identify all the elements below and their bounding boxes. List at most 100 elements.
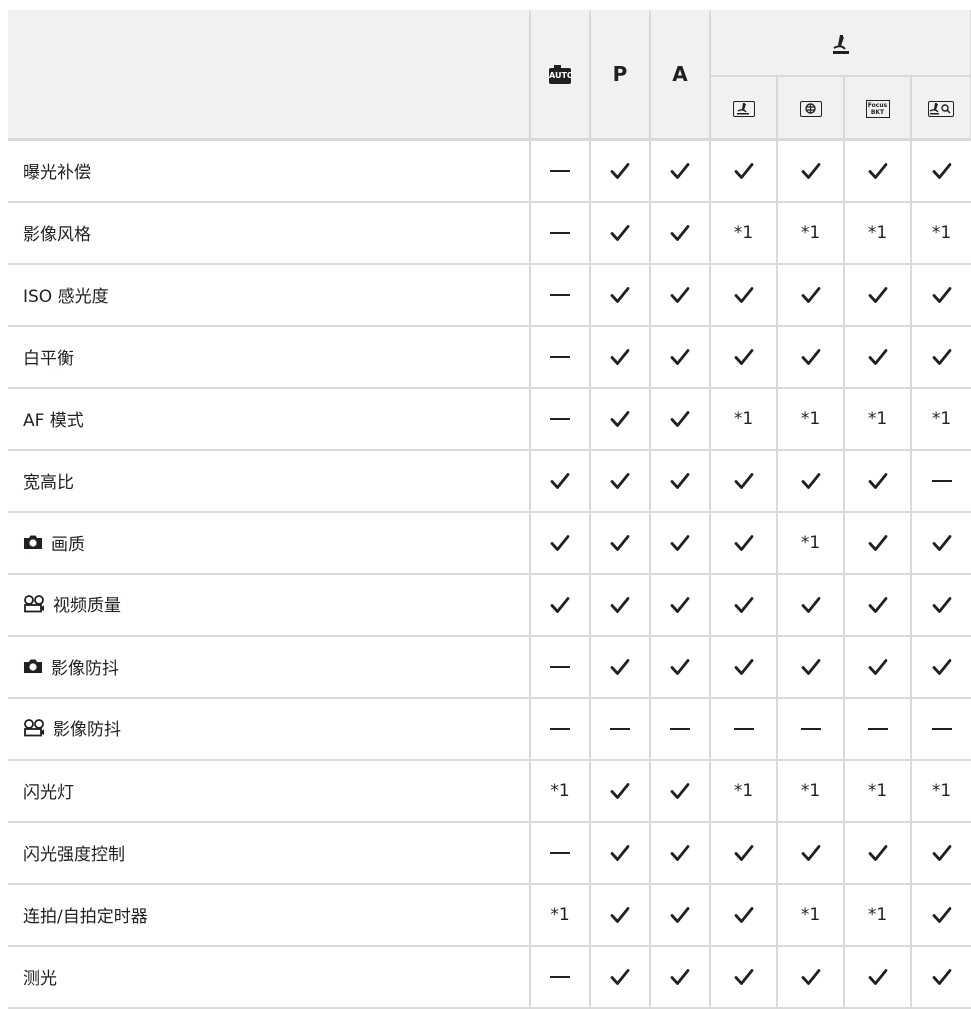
check-icon: [589, 387, 650, 450]
check-icon: [529, 511, 590, 574]
dash-icon: [529, 697, 590, 760]
check-icon: [529, 449, 590, 512]
check-icon: [589, 511, 650, 574]
footnote-cell: *1: [709, 201, 777, 264]
row-label-content: 影像风格: [23, 220, 91, 245]
row-label-content: AF 模式: [23, 406, 84, 431]
dash-icon: [529, 945, 590, 1008]
row-label: 连拍/自拍定时器: [8, 884, 530, 946]
check-icon: [843, 449, 911, 512]
check-icon: [649, 511, 710, 574]
row-label: ISO 感光度: [8, 264, 530, 326]
table-row: AF 模式 *1 *1 *1 *1: [8, 387, 971, 450]
check-icon: [709, 139, 777, 202]
check-icon: [649, 759, 710, 822]
dash-icon: [589, 697, 650, 760]
check-icon: [843, 325, 911, 388]
check-icon: [843, 263, 911, 326]
header-p-mode: P: [589, 10, 651, 140]
row-label-text: 宽高比: [23, 473, 74, 493]
auto-mode-icon: AUTO: [549, 64, 574, 84]
check-icon: [649, 821, 710, 884]
microscope-control-icon: [928, 101, 954, 117]
table-row: 宽高比: [8, 449, 971, 512]
check-icon: [776, 139, 844, 202]
check-icon: [709, 945, 777, 1008]
header-blank-cell: [8, 10, 531, 140]
table-row: 影像风格 *1 *1 *1 *1: [8, 201, 971, 264]
check-icon: [776, 945, 844, 1008]
dash-icon: [529, 821, 590, 884]
footnote-cell: *1: [529, 883, 590, 946]
feature-table: AUTO P A Focus BKT 曝光补偿 影像风格 *1 *1 *1 *1…: [8, 10, 971, 1009]
check-icon: [649, 263, 710, 326]
dash-icon: [529, 635, 590, 698]
row-label-content: 画质: [23, 530, 85, 555]
table-row: 闪光灯 *1 *1 *1 *1 *1: [8, 759, 971, 822]
dash-icon: [529, 325, 590, 388]
row-label-content: 闪光强度控制: [23, 840, 125, 865]
table-row: 影像防抖: [8, 635, 971, 698]
check-icon: [910, 139, 971, 202]
row-label-text: ISO 感光度: [23, 287, 109, 307]
check-icon: [843, 573, 911, 636]
camera-icon: [23, 534, 43, 550]
check-icon: [709, 573, 777, 636]
check-icon: [776, 821, 844, 884]
check-icon: [589, 573, 650, 636]
row-label: 测光: [8, 946, 530, 1008]
check-icon: [709, 635, 777, 698]
row-label: 影像风格: [8, 202, 530, 264]
check-icon: [589, 945, 650, 1008]
dash-icon: [910, 697, 971, 760]
check-icon: [649, 387, 710, 450]
header-microscope-mode: [709, 75, 778, 140]
dash-icon: [776, 697, 844, 760]
check-icon: [910, 821, 971, 884]
table-row: 视频质量: [8, 573, 971, 636]
header-focus-bracketing: Focus BKT: [843, 75, 912, 140]
row-label-content: 闪光灯: [23, 778, 74, 803]
check-icon: [589, 449, 650, 512]
row-label-content: 宽高比: [23, 468, 74, 493]
header-microscope-group: [709, 10, 971, 76]
table-row: 白平衡: [8, 325, 971, 388]
row-label-content: 白平衡: [23, 344, 74, 369]
table-row: 曝光补偿: [8, 139, 971, 202]
footnote-cell: *1: [776, 883, 844, 946]
check-icon: [910, 573, 971, 636]
check-icon: [776, 263, 844, 326]
check-icon: [843, 945, 911, 1008]
check-icon: [649, 635, 710, 698]
row-label: 曝光补偿: [8, 140, 530, 202]
row-label-text: 视频质量: [53, 596, 121, 617]
check-icon: [589, 635, 650, 698]
dash-icon: [529, 139, 590, 202]
dash-icon: [709, 697, 777, 760]
table-row: 连拍/自拍定时器 *1 *1 *1: [8, 883, 971, 946]
check-icon: [649, 201, 710, 264]
check-icon: [649, 883, 710, 946]
row-label-text: 闪光灯: [23, 783, 74, 803]
row-label-content: 影像防抖: [23, 715, 121, 740]
dash-icon: [529, 387, 590, 450]
video-icon: [23, 594, 45, 613]
check-icon: [843, 511, 911, 574]
focus-stacking-icon: [799, 101, 822, 117]
check-icon: [589, 201, 650, 264]
dash-icon: [910, 449, 971, 512]
check-icon: [709, 883, 777, 946]
row-label-text: 连拍/自拍定时器: [23, 907, 148, 927]
row-label-content: 测光: [23, 964, 57, 989]
check-icon: [589, 883, 650, 946]
footnote-cell: *1: [910, 201, 971, 264]
check-icon: [910, 511, 971, 574]
header-a-mode: A: [649, 10, 711, 140]
check-icon: [776, 325, 844, 388]
check-icon: [649, 325, 710, 388]
row-label-text: 闪光强度控制: [23, 845, 125, 865]
row-label: 画质: [8, 512, 530, 574]
row-label-text: 影像防抖: [51, 658, 119, 679]
check-icon: [910, 945, 971, 1008]
row-label: 影像防抖: [8, 636, 530, 698]
